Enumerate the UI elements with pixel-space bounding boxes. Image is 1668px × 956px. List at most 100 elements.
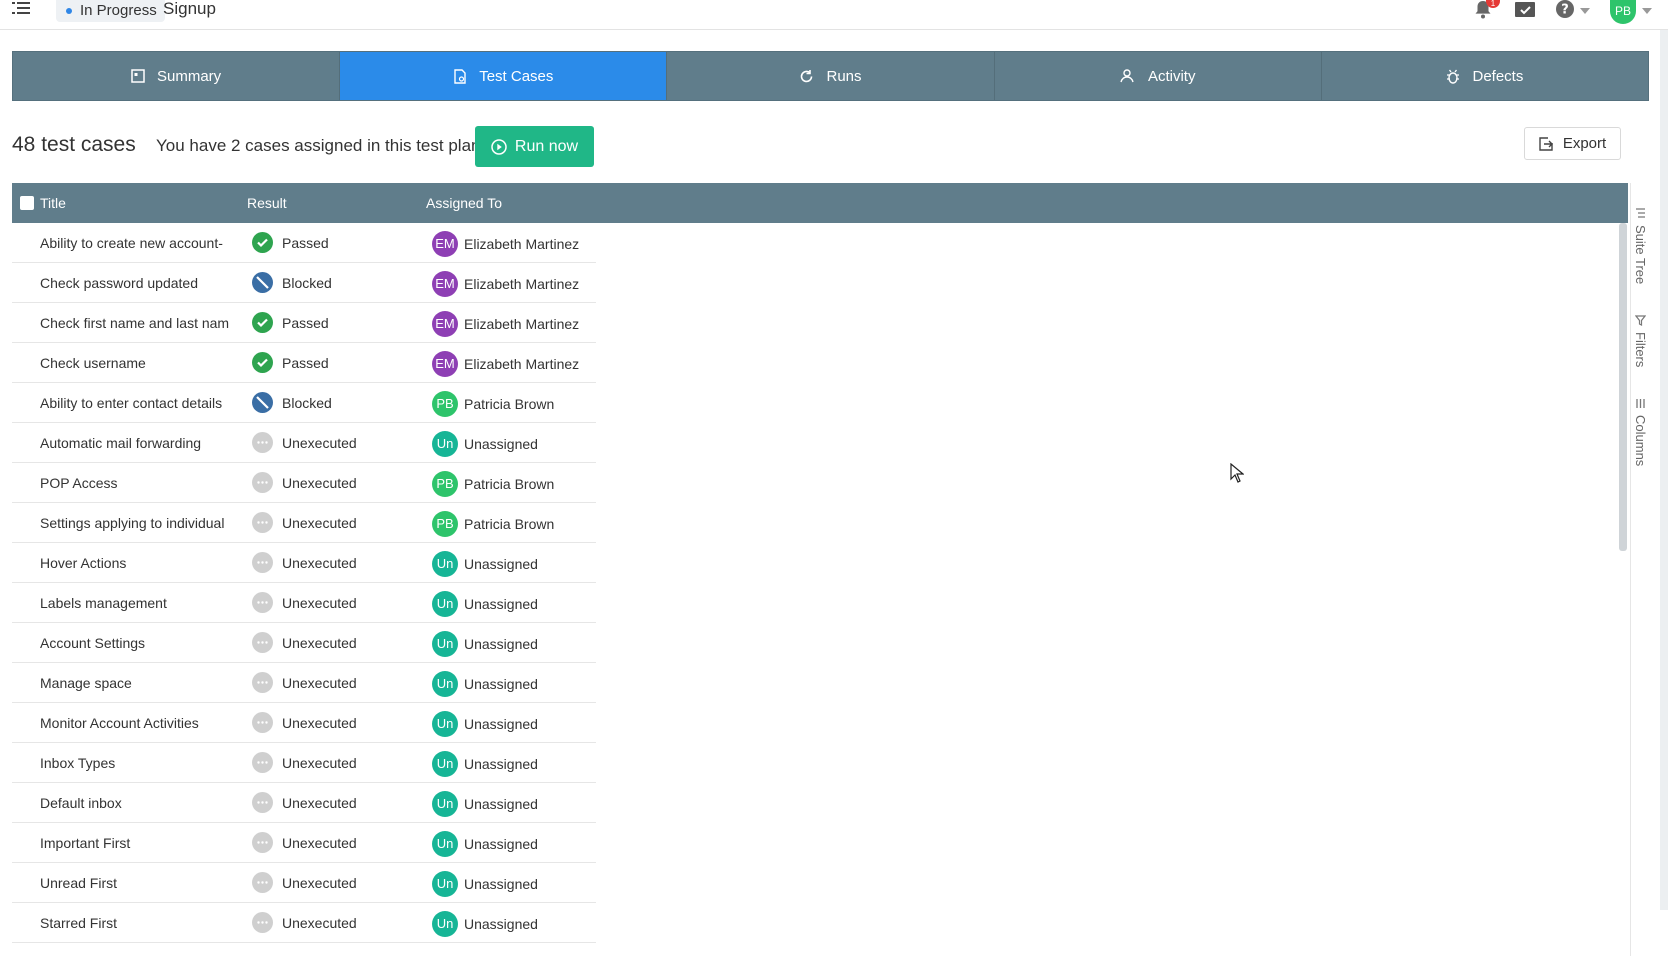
result-label[interactable]: Unexecuted xyxy=(282,715,357,731)
user-avatar[interactable]: PB xyxy=(1610,0,1636,24)
table-row[interactable]: Monitor Account Activities Unexecuted Un Un… xyxy=(12,703,596,743)
table-row[interactable]: Account Settings Unexecuted Un Unassigned xyxy=(12,623,596,663)
assignee-name[interactable]: Patricia Brown xyxy=(464,516,554,532)
result-label[interactable]: Passed xyxy=(282,315,329,331)
test-case-title[interactable]: Default inbox xyxy=(40,795,247,811)
filters-toggle[interactable]: Filters xyxy=(1633,315,1648,367)
menu-icon[interactable] xyxy=(12,0,30,18)
test-case-title[interactable]: Ability to enter contact details xyxy=(40,395,247,411)
result-label[interactable]: Unexecuted xyxy=(282,515,357,531)
result-label[interactable]: Unexecuted xyxy=(282,875,357,891)
run-now-button[interactable]: Run now xyxy=(475,126,594,167)
assignee-name[interactable]: Elizabeth Martinez xyxy=(464,236,579,252)
result-label[interactable]: Unexecuted xyxy=(282,915,357,931)
test-case-title[interactable]: Important First xyxy=(40,835,247,851)
result-label[interactable]: Unexecuted xyxy=(282,475,357,491)
table-row[interactable]: POP Access Unexecuted PB Patricia Brown xyxy=(12,463,596,503)
tab-runs[interactable]: Runs xyxy=(667,52,995,100)
test-case-title[interactable]: POP Access xyxy=(40,475,247,491)
test-case-title[interactable]: Unread First xyxy=(40,875,247,891)
test-case-title[interactable]: Labels management xyxy=(40,595,247,611)
tasks-icon[interactable] xyxy=(1515,0,1535,18)
suite-tree-toggle[interactable]: Suite Tree xyxy=(1633,208,1648,284)
assignee-name[interactable]: Patricia Brown xyxy=(464,476,554,492)
test-case-title[interactable]: Settings applying to individual xyxy=(40,515,247,531)
tab-summary[interactable]: Summary xyxy=(13,52,341,100)
table-row[interactable]: Check password updated Blocked EM Elizabeth… xyxy=(12,263,596,303)
assignee-name[interactable]: Unassigned xyxy=(464,556,538,572)
table-row[interactable]: Inbox Types Unexecuted Un Unassigned xyxy=(12,743,596,783)
table-row[interactable]: Ability to enter contact details Blocked P… xyxy=(12,383,596,423)
result-label[interactable]: Unexecuted xyxy=(282,595,357,611)
table-row[interactable]: Important First Unexecuted Un Unassigned xyxy=(12,823,596,863)
columns-toggle[interactable]: Columns xyxy=(1633,398,1648,466)
test-case-title[interactable]: Automatic mail forwarding xyxy=(40,435,247,451)
status-dot-icon xyxy=(66,8,72,14)
table-row[interactable]: Settings applying to individual Unexecute… xyxy=(12,503,596,543)
test-case-title[interactable]: Monitor Account Activities xyxy=(40,715,247,731)
help-caret-icon[interactable] xyxy=(1580,8,1590,14)
test-case-title[interactable]: Starred First xyxy=(40,915,247,931)
test-case-title[interactable]: Check password updated xyxy=(40,275,247,291)
assignee-name[interactable]: Unassigned xyxy=(464,676,538,692)
assignee-name[interactable]: Unassigned xyxy=(464,796,538,812)
assignee-name[interactable]: Elizabeth Martinez xyxy=(464,276,579,292)
test-case-title[interactable]: Manage space xyxy=(40,675,247,691)
test-case-title[interactable]: Check first name and last nam xyxy=(40,315,247,331)
test-case-title[interactable]: Check username xyxy=(40,355,247,371)
table-row[interactable]: Ability to create new account- Passed EM El… xyxy=(12,223,596,263)
assignee-name[interactable]: Unassigned xyxy=(464,636,538,652)
assignee-name[interactable]: Unassigned xyxy=(464,876,538,892)
assignee-name[interactable]: Patricia Brown xyxy=(464,396,554,412)
assignee-avatar: Un xyxy=(432,671,458,697)
assignee-name[interactable]: Unassigned xyxy=(464,916,538,932)
export-button[interactable]: Export xyxy=(1524,127,1621,160)
assignee-name[interactable]: Unassigned xyxy=(464,596,538,612)
table-row[interactable]: Automatic mail forwarding Unexecuted Un Una… xyxy=(12,423,596,463)
help-icon[interactable]: ? xyxy=(1555,0,1575,20)
tab-test-cases[interactable]: Test Cases xyxy=(340,52,668,100)
test-case-title[interactable]: Hover Actions xyxy=(40,555,247,571)
table-scrollbar-thumb[interactable] xyxy=(1619,223,1627,551)
table-row[interactable]: Unread First Unexecuted Un Unassigned xyxy=(12,863,596,903)
user-caret-icon[interactable] xyxy=(1642,8,1652,14)
table-row[interactable]: Manage space Unexecuted Un Unassigned xyxy=(12,663,596,703)
assignee-name[interactable]: Unassigned xyxy=(464,836,538,852)
table-row[interactable]: Default inbox Unexecuted Un Unassigned xyxy=(12,783,596,823)
assignee-name[interactable]: Unassigned xyxy=(464,436,538,452)
column-header-assigned-to[interactable]: Assigned To xyxy=(426,195,502,211)
test-case-title[interactable]: Ability to create new account- xyxy=(40,235,247,251)
test-case-title[interactable]: Inbox Types xyxy=(40,755,247,771)
assignee-name[interactable]: Elizabeth Martinez xyxy=(464,356,579,372)
table-row[interactable]: Check username Passed EM Elizabeth Martinez xyxy=(12,343,596,383)
tab-defects[interactable]: Defects xyxy=(1322,52,1648,100)
result-label[interactable]: Blocked xyxy=(282,395,332,411)
tab-activity[interactable]: Activity xyxy=(995,52,1322,100)
assignee-name[interactable]: Unassigned xyxy=(464,756,538,772)
result-label[interactable]: Unexecuted xyxy=(282,675,357,691)
assignee-avatar: Un xyxy=(432,871,458,897)
result-label[interactable]: Unexecuted xyxy=(282,835,357,851)
result-label[interactable]: Unexecuted xyxy=(282,555,357,571)
result-label[interactable]: Unexecuted xyxy=(282,795,357,811)
result-label[interactable]: Passed xyxy=(282,355,329,371)
select-all-checkbox[interactable] xyxy=(20,196,34,210)
page-scrollbar-track[interactable] xyxy=(1660,30,1668,910)
result-label[interactable]: Passed xyxy=(282,235,329,251)
assignee-name[interactable]: Unassigned xyxy=(464,716,538,732)
result-label[interactable]: Unexecuted xyxy=(282,755,357,771)
table-row[interactable]: Labels management Unexecuted Un Unassigned xyxy=(12,583,596,623)
unexecuted-icon xyxy=(252,592,273,613)
table-row[interactable]: Starred First Unexecuted Un Unassigned xyxy=(12,903,596,943)
table-row[interactable]: Check first name and last nam Passed EM Eli… xyxy=(12,303,596,343)
test-case-title[interactable]: Account Settings xyxy=(40,635,247,651)
result-label[interactable]: Unexecuted xyxy=(282,435,357,451)
side-label-text: Columns xyxy=(1633,415,1648,467)
column-header-result[interactable]: Result xyxy=(247,195,287,211)
result-label[interactable]: Blocked xyxy=(282,275,332,291)
assignee-name[interactable]: Elizabeth Martinez xyxy=(464,316,579,332)
table-row[interactable]: Hover Actions Unexecuted Un Unassigned xyxy=(12,543,596,583)
export-icon xyxy=(1539,136,1553,151)
result-label[interactable]: Unexecuted xyxy=(282,635,357,651)
column-header-title[interactable]: Title xyxy=(40,195,66,211)
